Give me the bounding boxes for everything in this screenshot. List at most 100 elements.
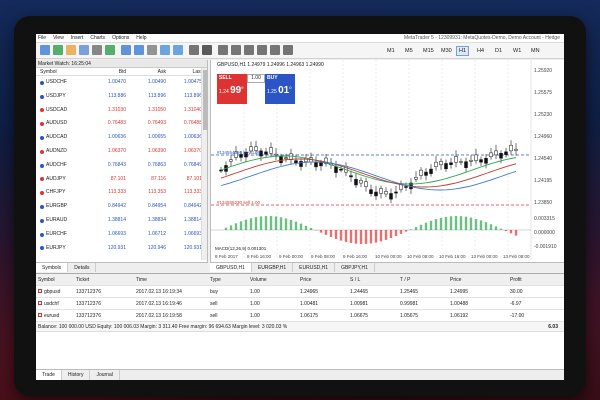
navigator-icon[interactable]	[79, 45, 89, 55]
timeframe-m15[interactable]: M15	[420, 46, 437, 56]
trade-col-7[interactable]: T / P	[398, 274, 448, 285]
market-watch-tab-details[interactable]: Details	[68, 263, 97, 272]
symbol-cell: AUDUSD	[36, 117, 86, 131]
macd-axis-label: -0.001910	[534, 244, 557, 250]
market-watch-row-usdcad[interactable]: USDCAD 1.31030 1.31050 1.31040	[36, 104, 207, 118]
market-watch-tabs: Symbols Details	[36, 262, 208, 272]
trade-col-4[interactable]: Volume	[248, 274, 298, 285]
ask-cell: 120.946	[147, 244, 166, 251]
new-chart-icon[interactable]	[40, 45, 50, 55]
sell-prefix: 1.24	[219, 89, 229, 95]
trade-col-6[interactable]: S / L	[348, 274, 398, 285]
market-watch-row-audnzd[interactable]: AUDNZD 1.06370 1.06390 1.06370	[36, 145, 207, 159]
chart-tab-1[interactable]: EURGBP,H1	[252, 263, 294, 272]
horizontal-line-icon[interactable]	[231, 45, 241, 55]
toolbox-tab-history[interactable]: History	[62, 370, 91, 380]
trade-cell: 1.25465	[400, 289, 419, 295]
bid-cell: 113.886	[108, 92, 126, 99]
market-watch-row-usdjpy[interactable]: USDJPY 113.886 113.896 113.896	[36, 90, 207, 104]
chart-tab-0[interactable]: GBPUSD,H1	[210, 263, 252, 272]
timeframe-d1[interactable]: D1	[492, 46, 505, 56]
trade-col-3[interactable]: Type	[208, 274, 248, 285]
trade-cell: sell	[210, 301, 218, 307]
market-watch-row-usdchf[interactable]: USDCHF 1.00470 1.00490 1.00475	[36, 76, 207, 90]
arrow-icon[interactable]	[283, 45, 293, 55]
scroll-thumb[interactable]	[203, 70, 207, 130]
market-watch-row-eurgbp[interactable]: EURGBP 0.84942 0.84954 0.84942	[36, 200, 207, 214]
autoscroll-icon[interactable]	[160, 45, 170, 55]
last-cell: 113.896	[184, 92, 202, 99]
one-click-trading: SELL 1.24 999 1.00 BUY 1.25 010	[217, 74, 295, 104]
trade-row[interactable]: usdchf 133712376 2017.02.13 16:19:46 sell 1.…	[36, 298, 564, 310]
chart-shift-icon[interactable]	[173, 45, 183, 55]
vertical-line-icon[interactable]	[218, 45, 228, 55]
timeframe-h4[interactable]: H4	[474, 46, 487, 56]
price-axis-label: 1.25920	[534, 68, 552, 74]
trade-row[interactable]: gbpusd 133712376 2017.02.13 16:19:34 buy 1.0…	[36, 286, 564, 298]
col-ask[interactable]: Ask	[126, 68, 166, 75]
col-last[interactable]: Last	[166, 68, 202, 75]
ask-cell: 1.00655	[147, 134, 166, 141]
toolbar: M1 M5 M15 M30 H1 H4 D1 W1 MN	[36, 43, 564, 59]
menu-item-help[interactable]: Help	[136, 35, 146, 41]
trade-col-9[interactable]: Profit	[508, 274, 558, 285]
market-watch-row-euraud[interactable]: EURAUD 1.38814 1.38834 1.38814	[36, 214, 207, 228]
trendline-icon[interactable]	[244, 45, 254, 55]
timeframe-m1[interactable]: M1	[384, 46, 398, 56]
text-icon[interactable]	[270, 45, 280, 55]
market-watch-row-chfjpy[interactable]: CHFJPY 113.333 113.353 113.333	[36, 186, 207, 200]
market-watch-row-eurchf[interactable]: EURCHF 1.06693 1.06712 1.06693	[36, 228, 207, 242]
market-watch-row-eurjpy[interactable]: EURJPY 120.931 120.946 120.931	[36, 242, 207, 256]
timeframe-w1[interactable]: W1	[510, 46, 524, 56]
data-window-icon[interactable]	[92, 45, 102, 55]
tile-icon[interactable]	[147, 45, 157, 55]
last-cell: 1.00475	[183, 79, 202, 85]
timeframe-mn[interactable]: MN	[528, 46, 543, 56]
menu-item-view[interactable]: View	[53, 35, 64, 41]
profiles-icon[interactable]	[53, 45, 63, 55]
trade-col-8[interactable]: Price	[448, 274, 508, 285]
toolbox-tab-trade[interactable]: Trade	[36, 370, 62, 380]
price-chart[interactable]: 1.25920 1.25575 1.25230 1.24960 1.24540 1.241…	[210, 60, 564, 262]
timeframe-m5[interactable]: M5	[402, 46, 416, 56]
market-watch-icon[interactable]	[66, 45, 76, 55]
col-bid[interactable]: Bid	[86, 68, 126, 75]
market-watch-row-audusd[interactable]: AUDUSD 0.76483 0.76493 0.76488	[36, 117, 207, 131]
crosshair-icon[interactable]	[189, 45, 199, 55]
menu-item-options[interactable]: Options	[112, 35, 129, 41]
trade-row[interactable]: eurusd 133712376 2017.02.13 16:19:58 sell 1.…	[36, 310, 564, 322]
menu-item-charts[interactable]: Charts	[90, 35, 105, 41]
market-watch-scrollbar[interactable]	[201, 68, 207, 260]
market-watch-row-audjpy[interactable]: AUDJPY 87.101 87.116 87.101	[36, 173, 207, 187]
channel-icon[interactable]	[257, 45, 267, 55]
buy-button[interactable]: BUY 1.25 010	[265, 74, 295, 104]
zoom-out-icon[interactable]	[134, 45, 144, 55]
ask-cell: 113.896	[148, 92, 166, 99]
chart-tab-3[interactable]: GBPJPY,H1	[335, 263, 375, 272]
menu-item-file[interactable]: File	[38, 35, 46, 41]
toolbox-tab-journal[interactable]: Journal	[90, 370, 120, 380]
trade-col-0[interactable]: Symbol	[36, 274, 74, 285]
menu-item-insert[interactable]: Insert	[71, 35, 84, 41]
lot-input[interactable]: 1.00	[247, 74, 265, 83]
trade-col-2[interactable]: Time	[134, 274, 208, 285]
market-watch-tab-symbols[interactable]: Symbols	[36, 263, 69, 272]
trade-col-5[interactable]: Price	[298, 274, 348, 285]
trade-col-1[interactable]: Ticket	[74, 274, 134, 285]
chart-tab-2[interactable]: EURUSD,H1	[293, 263, 336, 272]
col-symbol[interactable]: Symbol	[36, 68, 86, 75]
symbol-icon	[40, 191, 44, 196]
symbol-icon	[40, 177, 44, 182]
timeframe-m30[interactable]: M30	[438, 46, 455, 56]
symbol-cell: AUDCAD	[36, 131, 86, 145]
cursor-icon[interactable]	[202, 45, 212, 55]
sell-button[interactable]: SELL 1.24 999	[217, 74, 247, 104]
ask-cell: 1.38834	[147, 216, 166, 223]
trade-cell: usdchf	[36, 298, 74, 309]
market-watch-row-audchf[interactable]: AUDCHF 0.76843 0.76863 0.76849	[36, 159, 207, 173]
timeframe-h1[interactable]: H1	[456, 46, 470, 56]
market-watch-row-audcad[interactable]: AUDCAD 1.00636 1.00655 1.00636	[36, 131, 207, 145]
zoom-in-icon[interactable]	[121, 45, 131, 55]
algo-trading-icon[interactable]	[105, 45, 115, 55]
symbol-cell: EURCHF	[36, 228, 86, 242]
